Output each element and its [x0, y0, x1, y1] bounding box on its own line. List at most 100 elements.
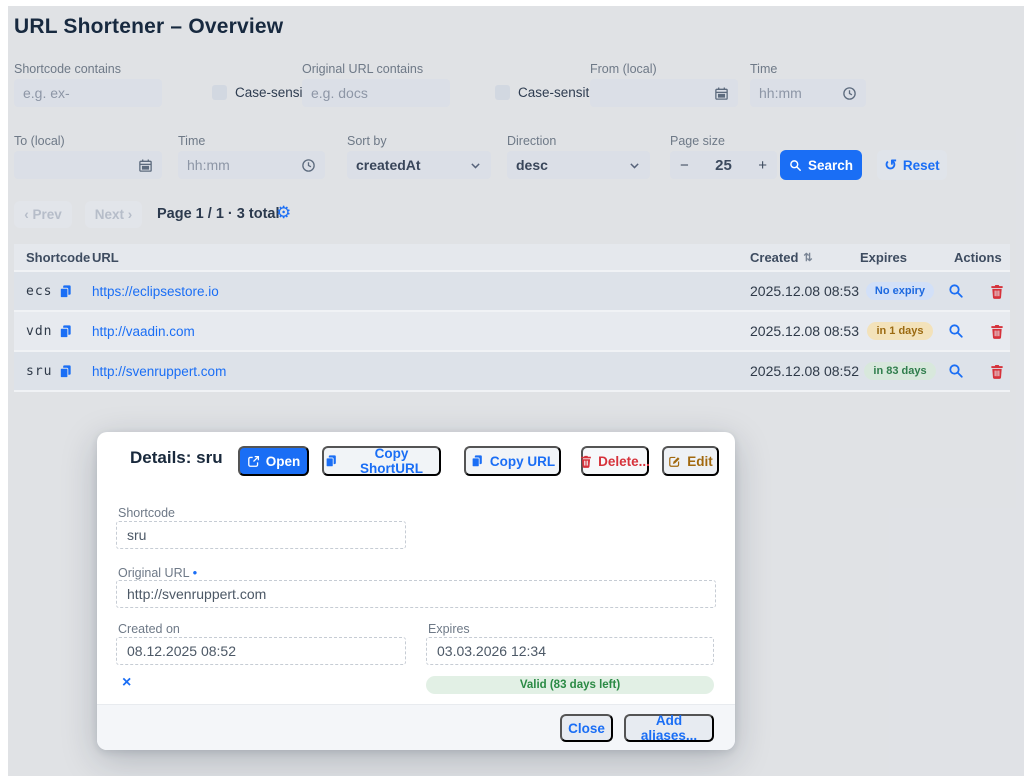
dialog-original-url-field: http://svenruppert.com: [116, 580, 716, 608]
trash-icon[interactable]: [990, 284, 1004, 299]
delete-button[interactable]: Delete...: [581, 446, 649, 476]
gear-icon[interactable]: ⚙: [276, 204, 291, 221]
page-size-label: Page size: [670, 134, 725, 148]
copy-icon[interactable]: [58, 324, 92, 339]
header-actions: Actions: [940, 250, 1010, 265]
table-row: sru http://svenruppert.com 2025.12.08 08…: [14, 352, 1010, 392]
dialog-original-url-label: Original URL•: [118, 565, 197, 580]
app-background: URL Shortener – Overview Shortcode conta…: [8, 6, 1024, 776]
details-search-icon[interactable]: [948, 283, 964, 299]
direction-value: desc: [516, 157, 548, 173]
clock-icon[interactable]: [301, 158, 316, 173]
add-aliases-button[interactable]: Add aliases...: [624, 714, 714, 742]
original-url-filter-input[interactable]: e.g. docs: [302, 79, 450, 107]
details-dialog: Details: sru Open Copy ShortURL Copy URL…: [97, 432, 735, 750]
trash-icon[interactable]: [990, 364, 1004, 379]
external-link-icon: [247, 455, 260, 468]
sort-arrows-icon[interactable]: ⇅: [803, 251, 812, 264]
table-header-row: Shortcode URL Created ⇅ Expires Actions: [14, 244, 1010, 272]
from-date-input[interactable]: [590, 79, 738, 107]
expires-badge: in 83 days: [864, 362, 935, 380]
copy-icon[interactable]: [58, 364, 92, 379]
direction-label: Direction: [507, 134, 556, 148]
required-indicator: •: [193, 565, 198, 580]
next-page-button[interactable]: Next ›: [85, 201, 142, 228]
sort-by-label: Sort by: [347, 134, 387, 148]
pencil-icon: [668, 455, 681, 468]
to-time-label: Time: [178, 134, 205, 148]
delete-button-label: Delete...: [598, 454, 650, 469]
header-expires: Expires: [860, 250, 940, 265]
sort-by-value: createdAt: [356, 157, 421, 173]
from-time-input[interactable]: hh:mm: [750, 79, 866, 107]
from-time-placeholder: hh:mm: [759, 85, 802, 101]
open-button[interactable]: Open: [238, 446, 309, 476]
chevron-down-icon: [469, 159, 482, 172]
copy-shorturl-label: Copy ShortURL: [344, 446, 439, 476]
direction-select[interactable]: desc: [507, 151, 650, 179]
search-icon: [789, 159, 802, 172]
page-info: Page 1 / 1 · 3 total: [157, 206, 280, 222]
copy-icon: [470, 454, 484, 468]
dialog-title: Details: sru: [130, 448, 223, 468]
shortcode-cell: vdn: [14, 324, 58, 339]
calendar-icon[interactable]: [138, 158, 153, 173]
prev-page-button[interactable]: ‹ Prev: [14, 201, 72, 228]
url-link[interactable]: https://eclipsestore.io: [92, 284, 750, 299]
created-cell: 2025.12.08 08:53: [750, 323, 860, 339]
shortcode-filter-input[interactable]: e.g. ex-: [14, 79, 162, 107]
search-button[interactable]: Search: [780, 150, 862, 180]
url-link[interactable]: http://vaadin.com: [92, 324, 750, 339]
dialog-expires-value: 03.03.2026 12:34: [437, 643, 546, 659]
to-date-input[interactable]: [14, 151, 162, 179]
dialog-expires-label: Expires: [428, 622, 470, 636]
copy-icon[interactable]: [58, 284, 92, 299]
created-cell: 2025.12.08 08:52: [750, 363, 860, 379]
links-table: Shortcode URL Created ⇅ Expires Actions …: [14, 244, 1010, 392]
original-url-filter-placeholder: e.g. docs: [311, 85, 368, 101]
dialog-expires-field: 03.03.2026 12:34: [426, 637, 714, 665]
header-shortcode: Shortcode: [14, 250, 58, 265]
reset-icon: ↺: [884, 156, 897, 174]
dialog-original-url-value: http://svenruppert.com: [127, 586, 266, 602]
clock-icon[interactable]: [842, 86, 857, 101]
details-search-icon[interactable]: [948, 363, 964, 379]
shortcode-filter-placeholder: e.g. ex-: [23, 85, 70, 101]
dialog-shortcode-field: sru: [116, 521, 406, 549]
close-button[interactable]: Close: [560, 714, 613, 742]
to-date-label: To (local): [14, 134, 65, 148]
copy-icon: [324, 454, 338, 468]
dialog-created-value: 08.12.2025 08:52: [127, 643, 236, 659]
clear-icon[interactable]: ×: [122, 675, 131, 691]
edit-button[interactable]: Edit: [662, 446, 719, 476]
validity-badge: Valid (83 days left): [426, 676, 714, 694]
shortcode-filter-label: Shortcode contains: [14, 62, 121, 76]
calendar-icon[interactable]: [714, 86, 729, 101]
chevron-down-icon: [628, 159, 641, 172]
dialog-shortcode-value: sru: [127, 527, 146, 543]
copy-url-button[interactable]: Copy URL: [464, 446, 561, 476]
dialog-created-label: Created on: [118, 622, 180, 636]
details-search-icon[interactable]: [948, 323, 964, 339]
reset-button[interactable]: ↺ Reset: [877, 150, 947, 180]
copy-shorturl-button[interactable]: Copy ShortURL: [322, 446, 441, 476]
search-button-label: Search: [808, 158, 853, 173]
sort-by-select[interactable]: createdAt: [347, 151, 491, 179]
dialog-shortcode-label: Shortcode: [118, 506, 175, 520]
minus-icon[interactable]: −: [680, 157, 689, 174]
checkbox-icon[interactable]: [212, 85, 227, 100]
to-time-input[interactable]: hh:mm: [178, 151, 325, 179]
from-time-label: Time: [750, 62, 777, 76]
shortcode-cell: sru: [14, 364, 58, 379]
page-size-value: 25: [715, 157, 732, 174]
expires-badge: in 1 days: [867, 322, 932, 340]
original-url-filter-label: Original URL contains: [302, 62, 423, 76]
checkbox-icon[interactable]: [495, 85, 510, 100]
page-size-stepper[interactable]: − 25 +: [670, 151, 777, 179]
reset-button-label: Reset: [903, 158, 940, 173]
header-created[interactable]: Created ⇅: [750, 250, 860, 265]
edit-button-label: Edit: [687, 454, 713, 469]
plus-icon[interactable]: +: [758, 157, 767, 174]
trash-icon[interactable]: [990, 324, 1004, 339]
url-link[interactable]: http://svenruppert.com: [92, 364, 750, 379]
